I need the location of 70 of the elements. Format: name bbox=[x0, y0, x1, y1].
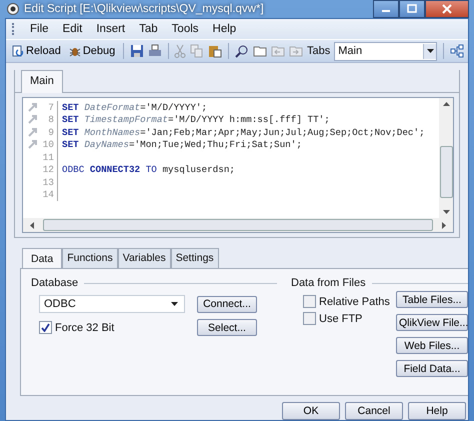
paste-icon[interactable] bbox=[208, 44, 222, 58]
panel-tab[interactable]: Variables bbox=[118, 248, 171, 268]
tabs-label: Tabs bbox=[306, 45, 330, 57]
file-source-button[interactable]: QlikView File... bbox=[396, 314, 468, 331]
horizontal-scrollbar[interactable] bbox=[23, 218, 453, 232]
file-source-button[interactable]: Field Data... bbox=[396, 360, 468, 377]
scroll-left-icon[interactable] bbox=[30, 222, 34, 228]
file-source-button[interactable]: Web Files... bbox=[396, 337, 468, 354]
debug-button[interactable]: Debug bbox=[66, 45, 118, 57]
line-number: 14 bbox=[42, 189, 54, 200]
code-line: SET TimestampFormat='M/D/YYYY h:mm:ss[.fff] TT'; bbox=[61, 114, 330, 126]
menu-item[interactable]: Edit bbox=[62, 23, 82, 35]
maximize-button[interactable] bbox=[399, 0, 425, 18]
search-icon[interactable] bbox=[234, 44, 249, 58]
group-title: Data from Files bbox=[291, 277, 366, 289]
select-button[interactable]: Select... bbox=[197, 319, 257, 336]
menu-item[interactable]: File bbox=[30, 23, 49, 35]
line-number: 12 bbox=[42, 164, 54, 176]
bug-icon bbox=[68, 45, 81, 57]
panel-tab[interactable]: Data bbox=[22, 248, 62, 269]
line-number: 10 bbox=[42, 139, 54, 150]
code-line: SET DateFormat='M/D/YYYY'; bbox=[61, 102, 208, 113]
checkbox-label: Use FTP bbox=[319, 312, 362, 324]
close-icon bbox=[442, 4, 452, 14]
group-title: Database bbox=[31, 277, 78, 289]
force-32-bit-checkbox[interactable] bbox=[39, 321, 52, 334]
menu-item[interactable]: Tools bbox=[172, 23, 199, 35]
code-line: ODBC CONNECT32 TO mysqluserdsn; bbox=[61, 164, 235, 176]
database-dropdown[interactable]: ODBC bbox=[39, 295, 185, 313]
scroll-up-icon[interactable] bbox=[442, 102, 450, 106]
reload-button[interactable]: Reload bbox=[10, 45, 63, 57]
panel-tab[interactable]: Functions bbox=[62, 248, 118, 268]
maximize-icon bbox=[407, 4, 417, 14]
dialog-button[interactable]: OK bbox=[282, 402, 340, 420]
diagram-icon[interactable] bbox=[450, 44, 464, 58]
checkbox[interactable] bbox=[303, 312, 316, 325]
code-line: SET DayNames='Mon;Tue;Wed;Thu;Fri;Sat;Sun'; bbox=[61, 139, 302, 150]
checkbox-label: Force 32 Bit bbox=[55, 322, 114, 334]
reload-icon bbox=[12, 45, 24, 57]
scroll-down-icon[interactable] bbox=[442, 210, 450, 214]
folder-icon[interactable] bbox=[252, 44, 267, 58]
print-icon[interactable] bbox=[148, 44, 162, 58]
script-tab[interactable]: Main bbox=[21, 70, 63, 93]
code-line: SET MonthNames='Jan;Feb;Mar;Apr;May;Jun;Jul;Aug;Sep;Oct;Nov;Dec'; bbox=[61, 126, 425, 138]
close-button[interactable] bbox=[425, 0, 469, 18]
minimize-button[interactable] bbox=[373, 0, 399, 18]
line-number: 9 bbox=[48, 126, 54, 138]
dropdown-arrow-icon bbox=[171, 302, 178, 306]
checkbox-label: Relative Paths bbox=[319, 296, 390, 308]
window-title: Edit Script [E:\Qlikview\scripts\QV_mysql.qvw*] bbox=[24, 3, 265, 15]
connect-button[interactable]: Connect... bbox=[197, 296, 257, 312]
scroll-right-icon[interactable] bbox=[442, 222, 446, 228]
vertical-scrollbar[interactable] bbox=[439, 98, 453, 218]
menu-item[interactable]: Insert bbox=[96, 23, 126, 35]
dialog-button[interactable]: Cancel bbox=[345, 402, 403, 420]
line-number: 11 bbox=[42, 152, 54, 163]
file-source-button[interactable]: Table Files... bbox=[396, 291, 468, 308]
app-icon bbox=[7, 3, 19, 15]
tab-dropdown[interactable]: Main bbox=[334, 42, 438, 60]
code-editor[interactable] bbox=[22, 97, 454, 233]
line-number: 13 bbox=[42, 176, 54, 188]
menu-item[interactable]: Tab bbox=[139, 23, 158, 35]
line-number: 7 bbox=[48, 102, 54, 113]
dropdown-arrow-icon bbox=[426, 49, 434, 53]
line-number: 8 bbox=[48, 114, 54, 126]
dialog-button[interactable]: Help bbox=[408, 402, 466, 420]
panel-tab[interactable]: Settings bbox=[170, 248, 219, 268]
save-icon[interactable] bbox=[130, 44, 144, 58]
checkbox[interactable] bbox=[303, 295, 316, 308]
menu-item[interactable]: Help bbox=[212, 23, 236, 35]
